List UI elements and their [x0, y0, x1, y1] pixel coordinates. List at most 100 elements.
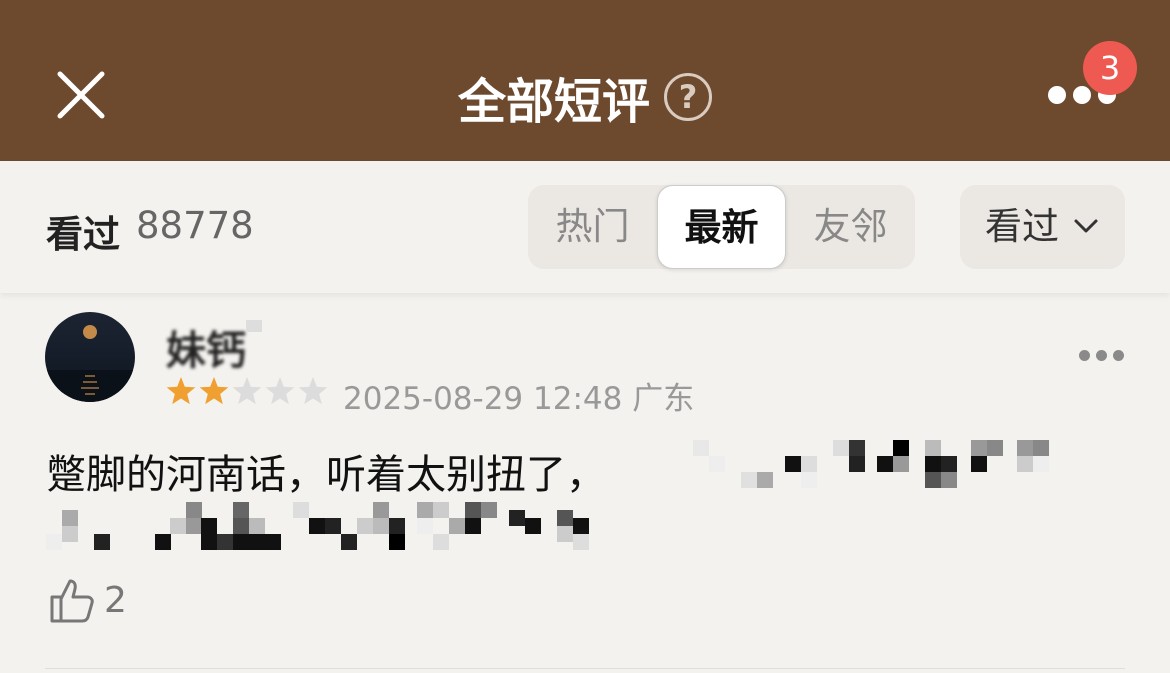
more-icon: [1048, 86, 1066, 104]
mosaic-cell: [373, 518, 389, 534]
mosaic-cell: [465, 502, 481, 518]
top-bar: 全部短评? 3: [0, 0, 1170, 161]
mosaic-cell: [293, 502, 309, 518]
mosaic-cell: [373, 502, 389, 518]
mosaic-cell: [309, 518, 325, 534]
mosaic-cell: [1033, 440, 1049, 456]
more-icon: [1079, 350, 1090, 361]
mosaic-cell: [341, 534, 357, 550]
mosaic-cell: [509, 510, 525, 526]
filter-label: 看过: [985, 205, 1059, 248]
mosaic-cell: [389, 534, 405, 550]
watched-filter-dropdown[interactable]: 看过: [960, 185, 1125, 269]
mosaic-cell: [557, 526, 573, 542]
mosaic-cell: [170, 518, 186, 534]
mosaic-cell: [201, 534, 217, 550]
mosaic-cell: [433, 502, 449, 518]
tab-latest[interactable]: 最新: [657, 185, 786, 269]
tab-friends[interactable]: 友邻: [786, 185, 915, 269]
divider: [45, 668, 1125, 669]
rating-stars: [165, 376, 335, 408]
mosaic-cell: [186, 518, 202, 534]
mosaic-cell: [925, 456, 941, 472]
mosaic-cell: [94, 534, 110, 550]
review-text: 蹩脚的河南话，听着太别扭了，: [46, 452, 606, 498]
mosaic-cell: [233, 502, 249, 518]
review-more-button[interactable]: [1079, 350, 1125, 362]
mosaic-cell: [417, 518, 433, 534]
mosaic-cell: [233, 534, 249, 550]
page-title: 全部短评: [457, 74, 650, 130]
more-icon-dot: [1073, 86, 1091, 104]
mosaic-cell: [987, 440, 1003, 456]
mosaic-cell: [849, 440, 865, 456]
mosaic-cell: [525, 518, 541, 534]
avatar[interactable]: [45, 312, 135, 402]
username[interactable]: 妹钙: [166, 318, 246, 376]
mosaic-cell: [481, 502, 497, 518]
mosaic-cell: [1017, 456, 1033, 472]
star-icon: [166, 377, 196, 405]
mosaic-cell: [573, 534, 589, 550]
mosaic-cell: [941, 472, 957, 488]
mosaic-cell: [1033, 456, 1049, 472]
mosaic-cell: [249, 534, 265, 550]
mosaic-cell: [557, 510, 573, 526]
like-count: 2: [104, 580, 127, 621]
filter-bar: 看过 88778 热门 最新 友邻 看过: [0, 161, 1170, 293]
mosaic-cell: [709, 456, 725, 472]
star-icon: [199, 377, 229, 405]
help-icon[interactable]: ?: [664, 73, 712, 121]
mosaic-cell: [155, 534, 171, 550]
mosaic-cell: [389, 518, 405, 534]
timestamp: 2025-08-29 12:48: [343, 381, 623, 417]
mosaic-cell: [1017, 440, 1033, 456]
location: 广东: [632, 381, 695, 417]
mosaic-cell: [233, 518, 249, 534]
watched-label: 看过: [46, 213, 120, 256]
mosaic-cell: [785, 456, 801, 472]
mosaic-cell: [217, 534, 233, 550]
mosaic-cell: [801, 472, 817, 488]
mosaic-cell: [465, 518, 481, 534]
star-icon: [298, 377, 328, 405]
mosaic-cell: [693, 440, 709, 456]
mosaic-cell: [46, 534, 62, 550]
tab-hot[interactable]: 热门: [528, 185, 657, 269]
sort-segmented-control: 热门 最新 友邻: [528, 185, 915, 269]
mosaic-cell: [971, 456, 987, 472]
mosaic-cell: [62, 510, 78, 526]
thumbs-up-icon: [50, 579, 94, 623]
title-row: 全部短评?: [0, 62, 1170, 132]
mosaic-cell: [186, 502, 202, 518]
mosaic-cell: [893, 456, 909, 472]
chevron-down-icon: [1074, 219, 1098, 233]
mosaic-cell: [849, 456, 865, 472]
star-icon: [265, 377, 295, 405]
mosaic-cell: [741, 472, 757, 488]
mosaic-cell: [757, 472, 773, 488]
notification-badge: 3: [1083, 41, 1137, 95]
mosaic-cell: [573, 518, 589, 534]
mosaic-cell: [833, 440, 849, 456]
star-icon: [232, 377, 262, 405]
mosaic-cell: [971, 440, 987, 456]
mosaic-cell: [249, 518, 265, 534]
mosaic-cell: [62, 526, 78, 542]
mosaic-cell: [925, 440, 941, 456]
redacted-block: [246, 320, 262, 332]
watched-count: 88778: [136, 204, 254, 247]
mosaic-cell: [877, 456, 893, 472]
mosaic-cell: [433, 534, 449, 550]
mosaic-cell: [925, 472, 941, 488]
mosaic-cell: [941, 456, 957, 472]
mosaic-cell: [201, 518, 217, 534]
mosaic-cell: [325, 518, 341, 534]
mosaic-cell: [893, 440, 909, 456]
mosaic-cell: [449, 518, 465, 534]
more-icon-dot: [1096, 350, 1107, 361]
more-icon-dot: [1113, 350, 1124, 361]
like-button[interactable]: [48, 575, 98, 625]
mosaic-cell: [801, 456, 817, 472]
mosaic-cell: [357, 518, 373, 534]
